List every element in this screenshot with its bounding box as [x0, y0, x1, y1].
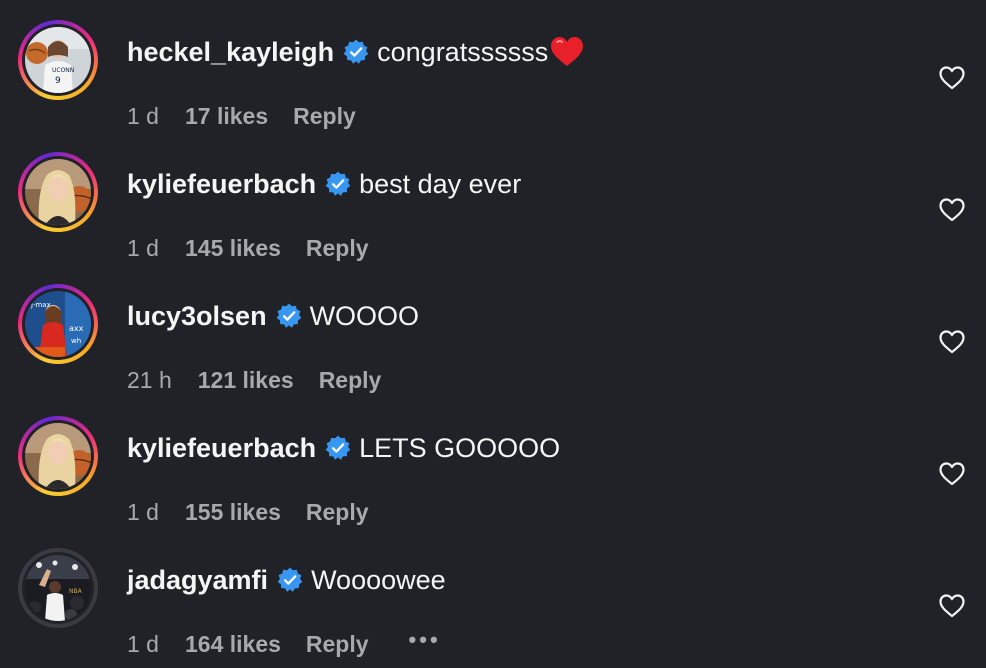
- avatar[interactable]: axx wh j-max: [18, 284, 98, 364]
- verified-badge-icon: [325, 171, 351, 197]
- comment-text: congratssssss: [377, 37, 549, 67]
- comment-time: 1 d: [127, 630, 159, 657]
- comment-list: UCONN 9 heckel_kayleigh congratssssss 1 …: [0, 0, 986, 657]
- reply-button[interactable]: Reply: [306, 631, 369, 658]
- comment-item: NBA jadagyamfi Woooowee 1 d 164 likes Re…: [0, 548, 986, 668]
- reply-button[interactable]: Reply: [293, 103, 356, 130]
- verified-badge-icon: [276, 303, 302, 329]
- comment-username[interactable]: lucy3olsen: [127, 298, 267, 334]
- avatar-photo: UCONN 9: [25, 27, 91, 93]
- more-options-button[interactable]: •••: [409, 629, 441, 651]
- svg-text:NBA: NBA: [69, 588, 83, 595]
- comment-time: 1 d: [127, 102, 159, 129]
- avatar-photo: axx wh j-max: [25, 291, 91, 357]
- comment-likes[interactable]: 17 likes: [185, 103, 268, 130]
- comment-text: WOOOO: [309, 301, 420, 331]
- comment-likes[interactable]: 145 likes: [185, 235, 281, 262]
- reply-button[interactable]: Reply: [319, 367, 382, 394]
- comment-item: kyliefeuerbach LETS GOOOOO 1 d 155 likes…: [0, 416, 986, 536]
- verified-badge-icon: [343, 39, 369, 65]
- comment-username[interactable]: heckel_kayleigh: [127, 34, 334, 70]
- comment-text: Woooowee: [311, 565, 446, 595]
- avatar[interactable]: NBA: [18, 548, 98, 628]
- heart-outline-icon[interactable]: [939, 66, 965, 90]
- heart-outline-icon[interactable]: [939, 594, 965, 618]
- comment-username[interactable]: kyliefeuerbach: [127, 166, 316, 202]
- avatar[interactable]: UCONN 9: [18, 20, 98, 100]
- comment-username[interactable]: jadagyamfi: [127, 562, 268, 598]
- comment-time: 1 d: [127, 234, 159, 261]
- comment-item: kyliefeuerbach best day ever 1 d 145 lik…: [0, 152, 986, 272]
- avatar[interactable]: [18, 416, 98, 496]
- comment-text: best day ever: [359, 169, 522, 199]
- comment-time: 21 h: [127, 366, 172, 393]
- svg-text:wh: wh: [71, 337, 81, 345]
- svg-text:axx: axx: [69, 324, 84, 333]
- comment-username[interactable]: kyliefeuerbach: [127, 430, 316, 466]
- heart-outline-icon[interactable]: [939, 462, 965, 486]
- avatar-photo: [25, 159, 91, 225]
- comment-likes[interactable]: 164 likes: [185, 631, 281, 658]
- red-heart-icon: [550, 36, 584, 68]
- reply-button[interactable]: Reply: [306, 235, 369, 262]
- comment-item: axx wh j-max lucy3olsen WOOOO 21 h 121 l…: [0, 284, 986, 404]
- svg-text:9: 9: [55, 76, 61, 86]
- svg-text:UCONN: UCONN: [52, 67, 74, 74]
- comment-likes[interactable]: 121 likes: [198, 367, 294, 394]
- heart-outline-icon[interactable]: [939, 330, 965, 354]
- heart-outline-icon[interactable]: [939, 198, 965, 222]
- verified-badge-icon: [325, 435, 351, 461]
- comment-likes[interactable]: 155 likes: [185, 499, 281, 526]
- avatar-photo: [25, 423, 91, 489]
- verified-badge-icon: [277, 567, 303, 593]
- comment-time: 1 d: [127, 498, 159, 525]
- comment-item: UCONN 9 heckel_kayleigh congratssssss 1 …: [0, 20, 986, 140]
- reply-button[interactable]: Reply: [306, 499, 369, 526]
- avatar-photo: NBA: [25, 555, 91, 621]
- comment-text: LETS GOOOOO: [359, 433, 561, 463]
- avatar[interactable]: [18, 152, 98, 232]
